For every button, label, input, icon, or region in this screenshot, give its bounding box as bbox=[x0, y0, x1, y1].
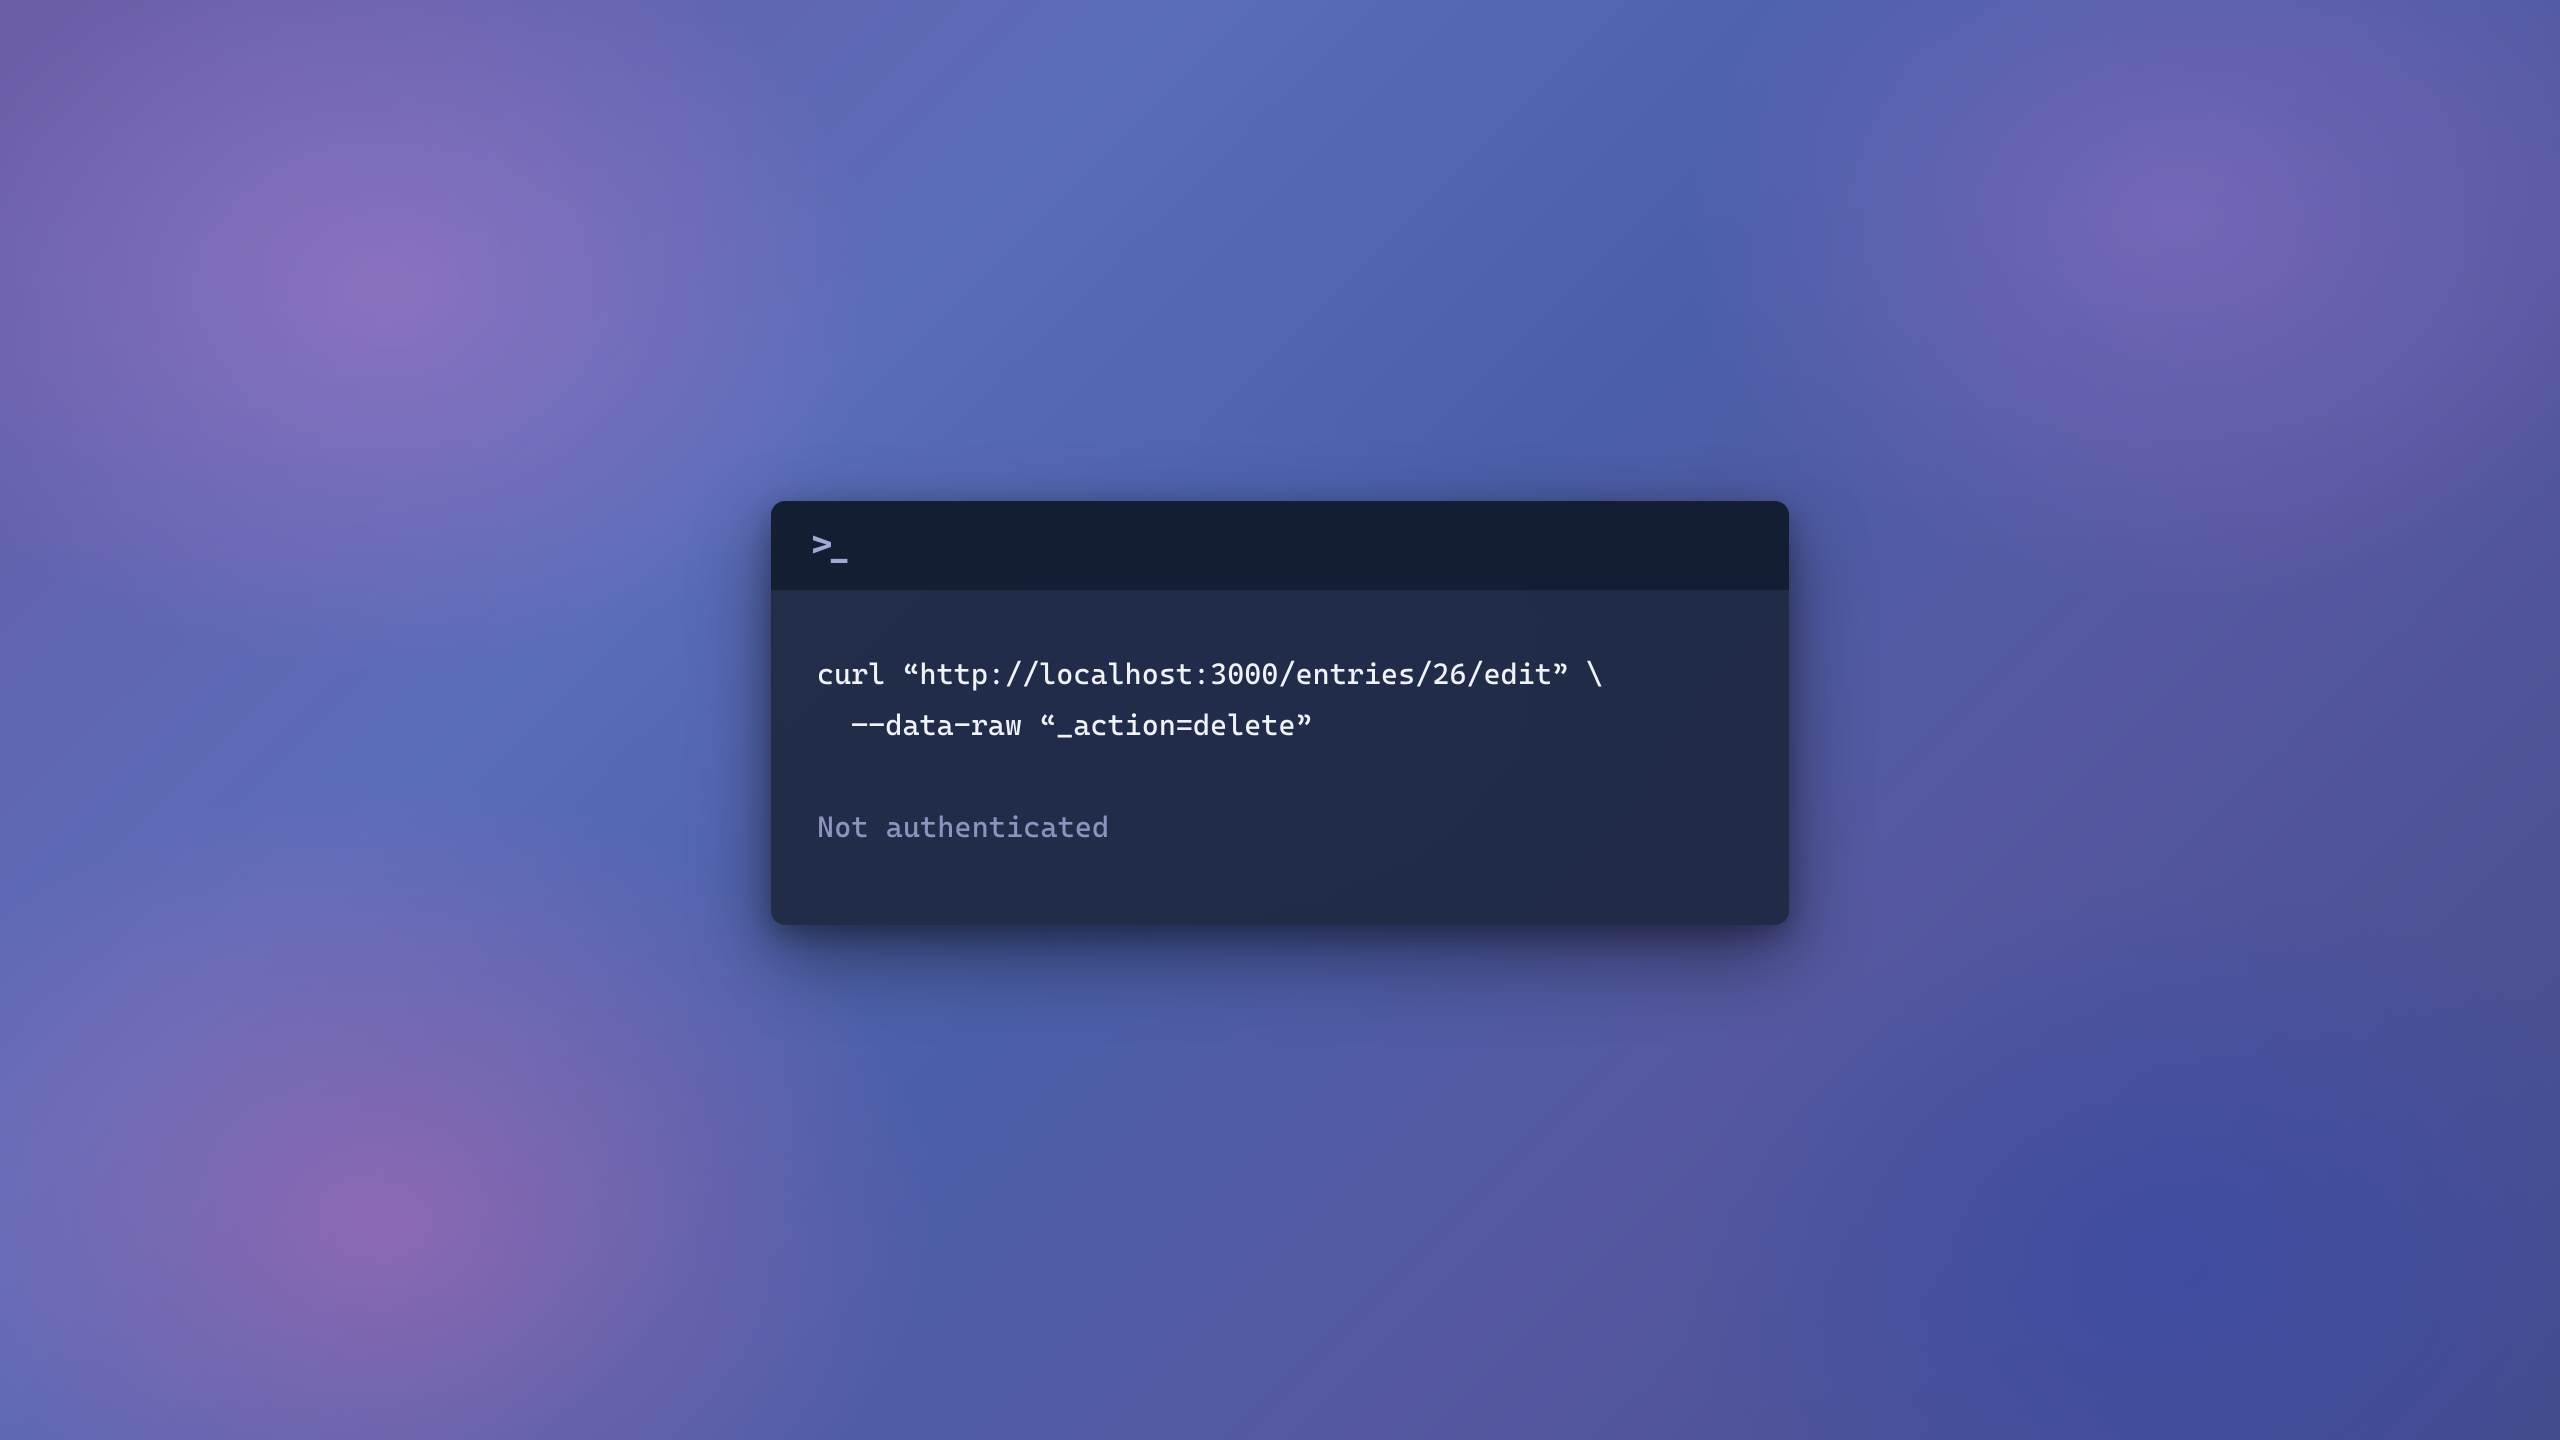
command-line-2: –-data-raw “_action=delete” bbox=[817, 700, 1743, 752]
terminal-titlebar[interactable]: >_ bbox=[771, 501, 1789, 591]
terminal-window: >_ curl “http://localhost:3000/entries/2… bbox=[771, 501, 1789, 926]
terminal-output: Not authenticated bbox=[817, 802, 1743, 854]
terminal-body[interactable]: curl “http://localhost:3000/entries/26/e… bbox=[771, 591, 1789, 926]
terminal-prompt-icon: >_ bbox=[811, 525, 847, 566]
command-line-1: curl “http://localhost:3000/entries/26/e… bbox=[817, 649, 1743, 701]
